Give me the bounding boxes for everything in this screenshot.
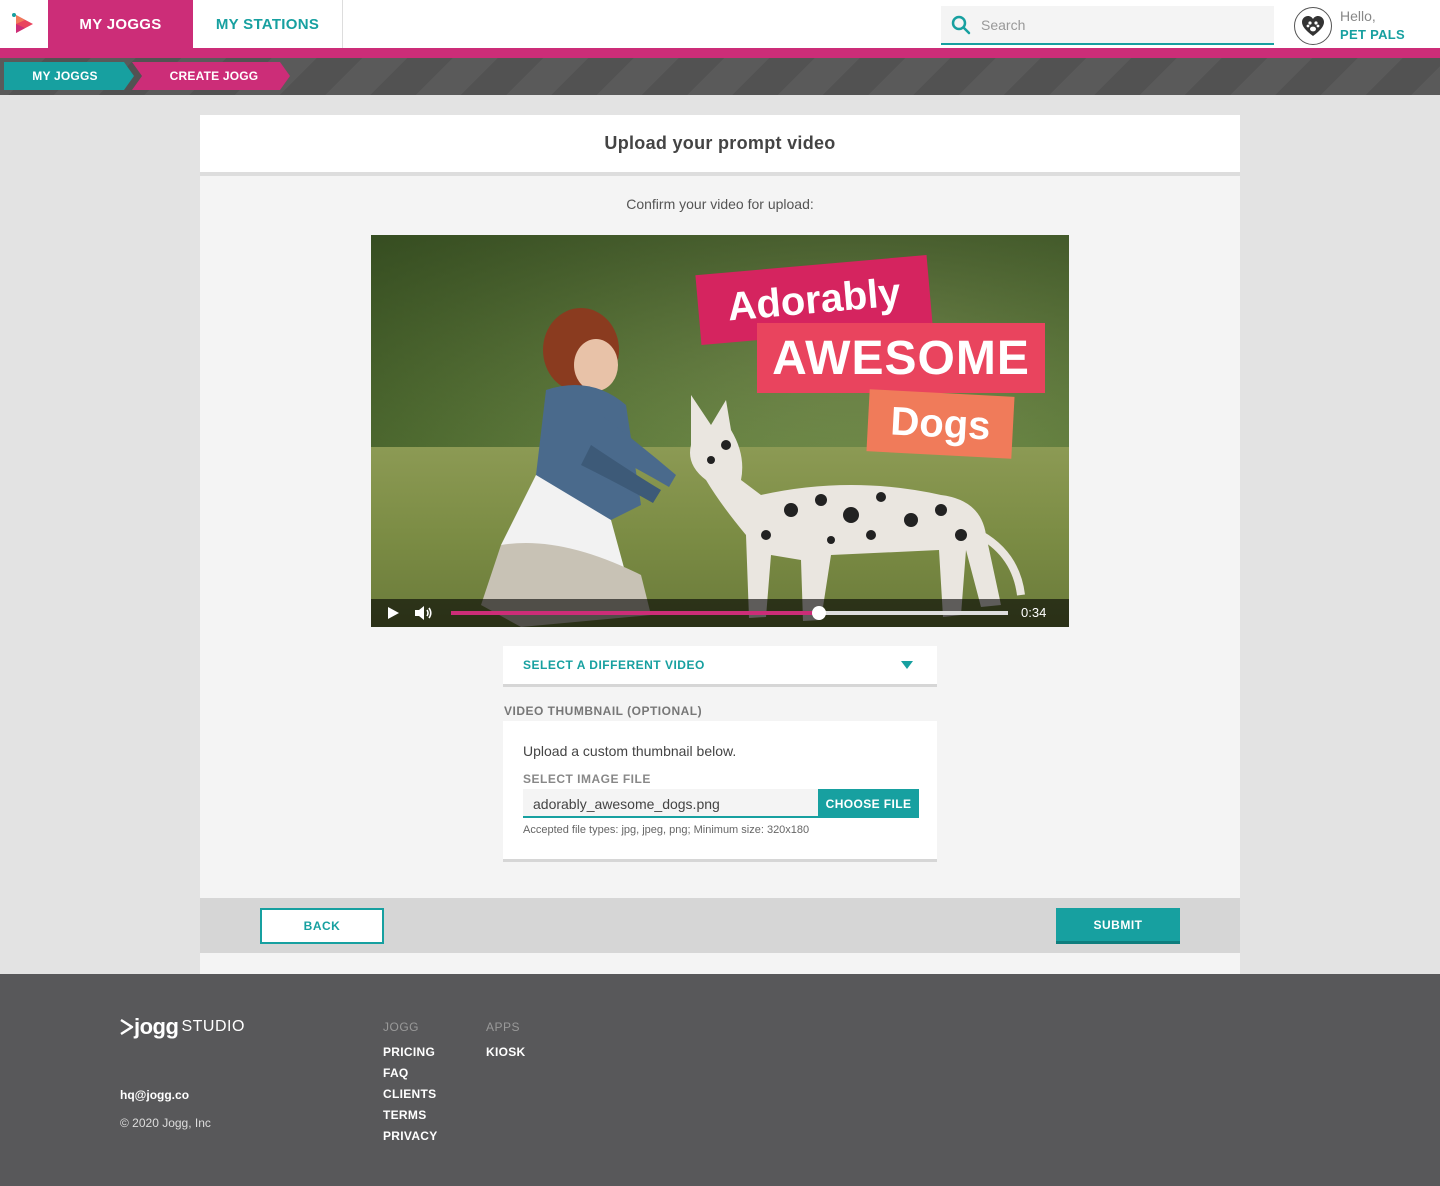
footer-column-heading: JOGG [383, 1020, 420, 1034]
search-icon[interactable] [941, 6, 981, 43]
chevron-down-icon [901, 661, 913, 669]
search-input[interactable] [981, 16, 1261, 33]
avatar[interactable] [1294, 7, 1332, 45]
video-time: 0:34 [1021, 605, 1047, 620]
play-icon[interactable] [385, 605, 401, 621]
top-nav: MY JOGGS MY STATIONS Hello, PET PALS [0, 0, 1440, 48]
card-header: Upload your prompt video [200, 115, 1240, 176]
breadcrumb-create-jogg[interactable]: CREATE JOGG [132, 62, 290, 90]
action-bar: BACK SUBMIT [200, 898, 1240, 953]
choose-file-button[interactable]: CHOOSE FILE [818, 789, 919, 818]
video-seek-handle[interactable] [811, 606, 826, 620]
file-name-field[interactable]: adorably_awesome_dogs.png [523, 789, 818, 818]
footer-column-heading: APPS [486, 1020, 521, 1034]
video-title-line-2: AWESOME [757, 323, 1045, 393]
accepted-file-types: Accepted file types: jpg, jpeg, png; Min… [523, 824, 810, 836]
footer-column-apps: APPS KIOSK [486, 1020, 526, 1066]
thumbnail-section-label: VIDEO THUMBNAIL (OPTIONAL) [504, 704, 703, 718]
video-progress [451, 611, 819, 615]
back-button[interactable]: BACK [260, 908, 384, 944]
submit-button[interactable]: SUBMIT [1056, 908, 1180, 944]
footer-logo[interactable]: jogg STUDIO [120, 1014, 245, 1040]
footer-link-privacy[interactable]: PRIVACY [383, 1129, 438, 1143]
upload-card: Upload your prompt video Confirm your vi… [200, 115, 1240, 974]
volume-icon[interactable] [413, 605, 433, 621]
jogg-logo-icon[interactable] [0, 0, 48, 48]
footer-link-kiosk[interactable]: KIOSK [486, 1045, 526, 1059]
video-controls: 0:34 [371, 599, 1069, 627]
footer-link-faq[interactable]: FAQ [383, 1066, 438, 1080]
search-box [941, 6, 1274, 45]
accent-bar [0, 48, 1440, 58]
footer-column-jogg: JOGG PRICING FAQ CLIENTS TERMS PRIVACY [383, 1020, 438, 1150]
tab-my-stations[interactable]: MY STATIONS [193, 0, 343, 48]
footer-link-terms[interactable]: TERMS [383, 1108, 438, 1122]
footer-link-pricing[interactable]: PRICING [383, 1045, 438, 1059]
breadcrumb-my-joggs[interactable]: MY JOGGS [4, 62, 134, 90]
confirm-text: Confirm your video for upload: [626, 196, 814, 212]
video-seek-bar[interactable] [451, 606, 1008, 620]
site-footer: jogg STUDIO hq@jogg.co © 2020 Jogg, Inc … [0, 974, 1440, 1186]
file-field-label: SELECT IMAGE FILE [523, 772, 651, 786]
footer-link-clients[interactable]: CLIENTS [383, 1087, 438, 1101]
jogg-mark-icon [120, 1019, 134, 1035]
page-title: Upload your prompt video [604, 133, 836, 153]
tab-my-joggs[interactable]: MY JOGGS [48, 0, 193, 48]
footer-email[interactable]: hq@jogg.co [120, 1088, 189, 1102]
video-title-line-3: Dogs [866, 389, 1015, 459]
select-video-label: SELECT A DIFFERENT VIDEO [523, 658, 705, 672]
breadcrumb: MY JOGGS CREATE JOGG [0, 58, 1440, 95]
user-name[interactable]: PET PALS [1340, 27, 1405, 42]
select-different-video-dropdown[interactable]: SELECT A DIFFERENT VIDEO [503, 646, 937, 687]
footer-brand: jogg [134, 1014, 179, 1039]
footer-copyright: © 2020 Jogg, Inc [120, 1116, 211, 1130]
thumbnail-instruction: Upload a custom thumbnail below. [523, 743, 737, 759]
woman-figure [481, 308, 676, 627]
video-player[interactable]: Adorably AWESOME Dogs 0:34 [371, 235, 1069, 627]
heart-paw-icon [1302, 16, 1324, 36]
footer-brand-suffix: STUDIO [181, 1018, 245, 1035]
greeting: Hello, [1340, 8, 1376, 24]
thumbnail-upload-panel: Upload a custom thumbnail below. SELECT … [503, 721, 937, 862]
